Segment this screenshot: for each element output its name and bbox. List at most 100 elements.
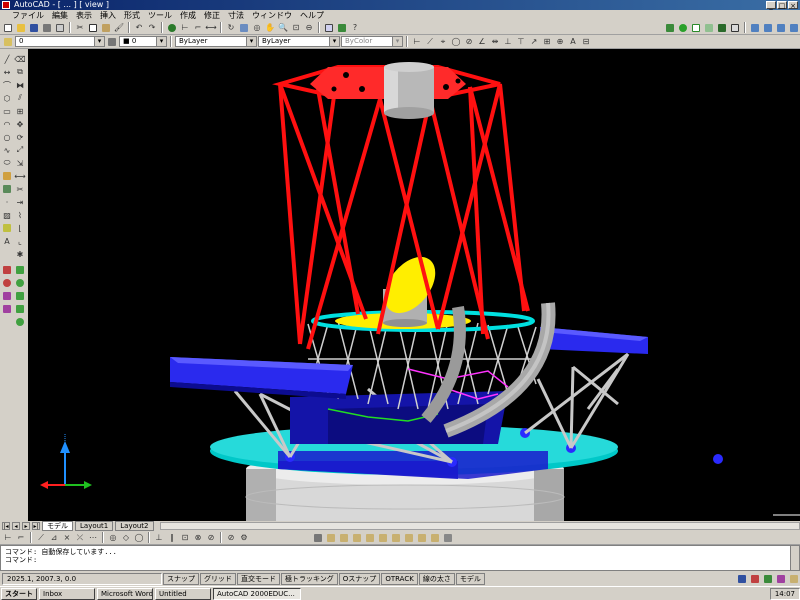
mode-polar[interactable]: 極トラッキング [281,573,338,585]
text-icon[interactable]: A [1,235,13,247]
explode-icon[interactable]: ✱ [14,248,26,260]
view-top-icon[interactable] [312,532,324,544]
iso-view-icon[interactable] [788,22,800,34]
hyperlink-icon[interactable] [166,22,178,34]
fillet-icon[interactable]: ⌞ [14,235,26,247]
move-icon[interactable]: ✥ [14,118,26,130]
mode-ortho[interactable]: 直交モード [237,573,280,585]
plotstyle-combo[interactable]: ByColor [341,36,403,47]
point-icon[interactable]: · [1,196,13,208]
layer-combo[interactable]: 0 [15,36,105,47]
minimize-button[interactable]: _ [766,1,776,10]
arc-icon[interactable]: ◠ [1,118,13,130]
insert-block-icon[interactable] [1,170,13,182]
dim-edit-icon[interactable]: A [567,36,579,48]
print-icon[interactable] [41,22,53,34]
tracking-icon[interactable]: ⊢ [179,22,191,34]
region-icon[interactable] [1,222,13,234]
tolerance-icon[interactable]: ⊞ [541,36,553,48]
taskbar-item-word[interactable]: Microsoft Word [97,587,153,600]
tab-layout1[interactable]: Layout1 [75,521,114,531]
dim-angular-icon[interactable]: ∠ [476,36,488,48]
tab-model[interactable]: モデル [42,521,73,531]
view-bottom-icon[interactable] [325,532,337,544]
offset-icon[interactable]: ⫽ [14,92,26,104]
view-back-icon[interactable] [377,532,389,544]
right-view-icon[interactable] [775,22,787,34]
color-combo[interactable]: ■ 0 [119,36,167,47]
center-mark-icon[interactable]: ⊕ [554,36,566,48]
menu-help[interactable]: ヘルプ [300,10,324,21]
temp-track-icon[interactable]: ⊢ [2,532,14,544]
view-nw-icon[interactable] [429,532,441,544]
break-icon[interactable]: ⌇ [14,209,26,221]
undo-icon[interactable]: ↶ [133,22,145,34]
2d-wireframe-icon[interactable] [729,22,741,34]
polygon-icon[interactable]: ⬡ [1,92,13,104]
view-front-icon[interactable] [364,532,376,544]
copy-icon[interactable] [87,22,99,34]
ellipse-icon[interactable]: ⬭ [1,157,13,169]
front-view-icon[interactable] [762,22,774,34]
dim-diameter-icon[interactable]: ⊘ [463,36,475,48]
menu-window[interactable]: ウィンドウ [252,10,292,21]
tray-icon-1[interactable] [736,573,748,585]
menu-format[interactable]: 形式 [124,10,140,21]
snap-midpoint-icon[interactable]: ⊿ [48,532,60,544]
chamfer-icon[interactable]: ⌊ [14,222,26,234]
view-se-icon[interactable] [403,532,415,544]
zoom-previous-icon[interactable]: ⊖ [303,22,315,34]
snap-nearest-icon[interactable]: ⊘ [205,532,217,544]
osnap-settings-icon[interactable]: ⚙ [238,532,250,544]
spline-icon[interactable]: ∿ [1,144,13,156]
command-scrollbar[interactable] [790,546,799,570]
tray-icon-2[interactable] [749,573,761,585]
properties-icon[interactable] [323,22,335,34]
dim-linear-icon[interactable]: ⊢ [411,36,423,48]
tray-icon-4[interactable] [775,573,787,585]
save-icon[interactable] [28,22,40,34]
design-center-icon[interactable] [336,22,348,34]
revolve-icon[interactable] [14,316,26,328]
lineweight-combo[interactable]: ByLayer [258,36,340,47]
solid-cone-icon[interactable] [1,303,13,315]
make-current-icon[interactable] [106,36,118,48]
copy-object-icon[interactable]: ⧉ [14,66,26,78]
shade-gouraud-icon[interactable] [677,22,689,34]
tab-prev-icon[interactable]: ◂ [12,522,20,530]
zoom-window-icon[interactable]: ⊡ [290,22,302,34]
dim-baseline-icon[interactable]: ⊥ [502,36,514,48]
dim-aligned-icon[interactable]: ⟋ [424,36,436,48]
erase-icon[interactable]: ⌫ [14,53,26,65]
tab-last-icon[interactable]: ▸| [32,522,40,530]
snap-endpoint-icon[interactable]: ⟋ [35,532,47,544]
snap-center-icon[interactable]: ◎ [107,532,119,544]
cut-icon[interactable]: ✂ [74,22,86,34]
view-left-icon[interactable] [338,532,350,544]
help-icon[interactable]: ? [349,22,361,34]
mode-snap[interactable]: スナップ [163,573,199,585]
solid-cylinder-icon[interactable] [1,290,13,302]
circle-icon[interactable]: ○ [1,131,13,143]
horizontal-scrollbar[interactable] [159,522,800,530]
make-block-icon[interactable] [1,183,13,195]
new-icon[interactable] [2,22,14,34]
zoom-realtime-icon[interactable]: 🔍 [277,22,289,34]
menu-view[interactable]: 表示 [76,10,92,21]
scale-icon[interactable]: ⤢ [14,144,26,156]
mode-osnap[interactable]: Oスナップ [338,573,381,585]
menu-draw[interactable]: 作成 [180,10,196,21]
dim-ordinate-icon[interactable]: ⌖ [437,36,449,48]
3d-orbit-icon[interactable]: ◎ [251,22,263,34]
menu-edit[interactable]: 編集 [52,10,68,21]
snap-perpendicular-icon[interactable]: ⊥ [153,532,165,544]
snap-insert-icon[interactable]: ⊡ [179,532,191,544]
linetype-combo[interactable]: ByLayer [175,36,257,47]
menu-dimension[interactable]: 寸法 [228,10,244,21]
snap-intersection-icon[interactable]: × [61,532,73,544]
tray-icon-3[interactable] [762,573,774,585]
ucs-icon[interactable]: ⌐ [192,22,204,34]
dim-continue-icon[interactable]: ⊤ [515,36,527,48]
view-ne-icon[interactable] [416,532,428,544]
open-icon[interactable] [15,22,27,34]
